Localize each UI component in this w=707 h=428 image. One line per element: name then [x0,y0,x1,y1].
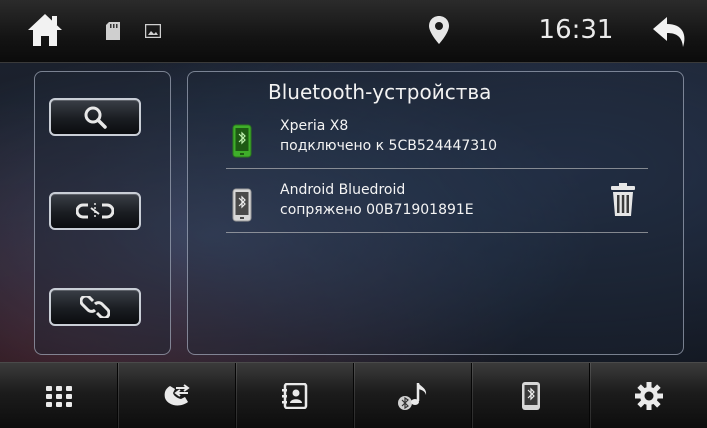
picture-icon [145,24,161,38]
pair-button[interactable] [49,192,141,230]
connect-button[interactable] [49,288,141,326]
status-bar: 16:31 [0,0,707,63]
apps-button[interactable] [0,363,118,428]
clock: 16:31 [538,15,614,45]
device-status: сопряжено 00B71901891E [280,202,474,218]
search-button[interactable] [49,98,141,136]
apps-grid-icon [45,385,72,407]
bluetooth-music-button[interactable] [354,363,472,428]
bluetooth-phone-button[interactable] [472,363,590,428]
call-log-button[interactable] [118,363,236,428]
bluetooth-phone-icon [521,381,540,410]
device-name: Xperia X8 [280,118,349,134]
phone-connected-icon [232,124,252,158]
settings-gear-icon [634,381,663,410]
bluetooth-music-icon [397,382,426,410]
home-icon[interactable] [26,12,64,48]
contacts-button[interactable] [236,363,354,428]
pair-icon [76,203,114,219]
location-icon [428,15,450,45]
bluetooth-actions-panel [34,71,171,355]
page-title: Bluetooth-устройства [268,80,492,104]
phone-paired-icon [232,188,252,222]
bottom-navigation [0,362,707,428]
bluetooth-devices-panel: Bluetooth-устройства Xperia X8 подключен… [187,71,684,355]
trash-icon[interactable] [610,182,636,218]
back-icon[interactable] [651,15,691,49]
call-log-icon [164,383,190,405]
search-icon [84,106,107,129]
device-status: подключено к 5CB524447310 [280,138,497,154]
device-list-item[interactable]: Android Bluedroid сопряжено 00B71901891E [226,178,648,233]
contacts-icon [281,382,307,409]
device-list-item[interactable]: Xperia X8 подключено к 5CB524447310 [226,114,648,169]
device-name: Android Bluedroid [280,182,406,198]
connect-icon [80,296,110,318]
settings-button[interactable] [590,363,707,428]
sd-card-icon [106,22,120,40]
